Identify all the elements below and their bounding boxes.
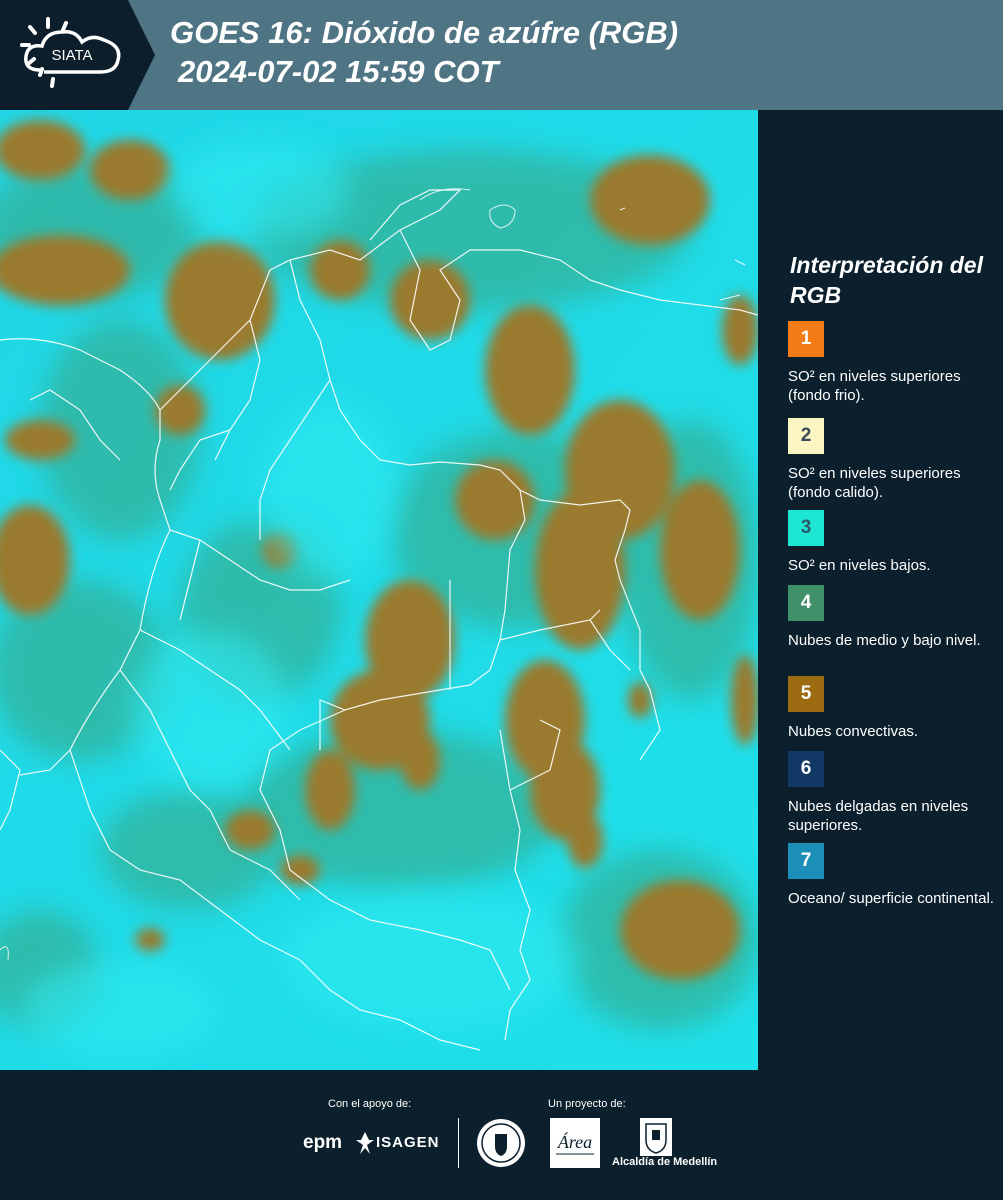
legend-item-2: 2 SO² en niveles superiores (fondo calid… <box>788 418 998 502</box>
legend-text-1: SO² en niveles superiores (fondo frio). <box>788 368 961 404</box>
footer: Con el apoyo de: Un proyecto de: epm ISA… <box>0 1070 1003 1200</box>
legend-swatch-5: 5 <box>788 676 824 712</box>
support-label: Con el apoyo de: <box>328 1098 412 1110</box>
legend-swatch-4: 4 <box>788 585 824 621</box>
alcaldia-logo-label: Alcaldía de Medellín <box>612 1156 718 1168</box>
legend-swatch-7: 7 <box>788 843 824 879</box>
siata-logo-text: SIATA <box>51 47 92 64</box>
isagen-logo: ISAGEN <box>376 1134 440 1151</box>
legend-item-6: 6 Nubes delgadas en niveles superiores. <box>788 751 998 835</box>
legend-text-4: Nubes de medio y bajo nivel. <box>788 632 981 649</box>
footer-divider <box>458 1118 459 1168</box>
isagen-mark-icon <box>356 1132 374 1154</box>
page-title: GOES 16: Dióxido de azúfre (RGB) <box>170 15 679 50</box>
legend-swatch-3: 3 <box>788 510 824 546</box>
legend-text-3: SO² en niveles bajos. <box>788 557 931 574</box>
legend-item-3: 3 SO² en niveles bajos. <box>788 510 998 575</box>
rgb-legend: Interpretación del RGB 1 SO² en niveles … <box>758 110 1003 1070</box>
page-timestamp: 2024-07-02 15:59 COT <box>178 54 499 89</box>
legend-swatch-2: 2 <box>788 418 824 454</box>
legend-swatch-6: 6 <box>788 751 824 787</box>
legend-item-7: 7 Oceano/ superficie continental. <box>788 843 998 908</box>
legend-text-7: Oceano/ superficie continental. <box>788 890 994 907</box>
legend-item-1: 1 SO² en niveles superiores (fondo frio)… <box>788 321 998 405</box>
header-bar: SIATA GOES 16: Dióxido de azúfre (RGB) 2… <box>0 0 1003 110</box>
area-metropolitana-logo-icon: Área <box>550 1118 600 1168</box>
legend-text-5: Nubes convectivas. <box>788 723 919 740</box>
legend-title: Interpretación del RGB <box>790 252 983 308</box>
legend-item-4: 4 Nubes de medio y bajo nivel. <box>788 585 998 650</box>
epm-logo: epm <box>303 1132 343 1153</box>
siata-logo: SIATA <box>0 0 155 110</box>
medellin-seal-icon <box>477 1119 525 1167</box>
legend-text-6: Nubes delgadas en niveles superiores. <box>788 798 969 834</box>
project-label: Un proyecto de: <box>548 1098 626 1110</box>
legend-item-5: 5 Nubes convectivas. <box>788 676 998 741</box>
svg-text:Área: Área <box>557 1131 592 1152</box>
legend-swatch-1: 1 <box>788 321 824 357</box>
satellite-image <box>0 110 758 1070</box>
legend-text-2: SO² en niveles superiores (fondo calido)… <box>788 465 961 501</box>
alcaldia-shield-icon <box>640 1118 672 1156</box>
